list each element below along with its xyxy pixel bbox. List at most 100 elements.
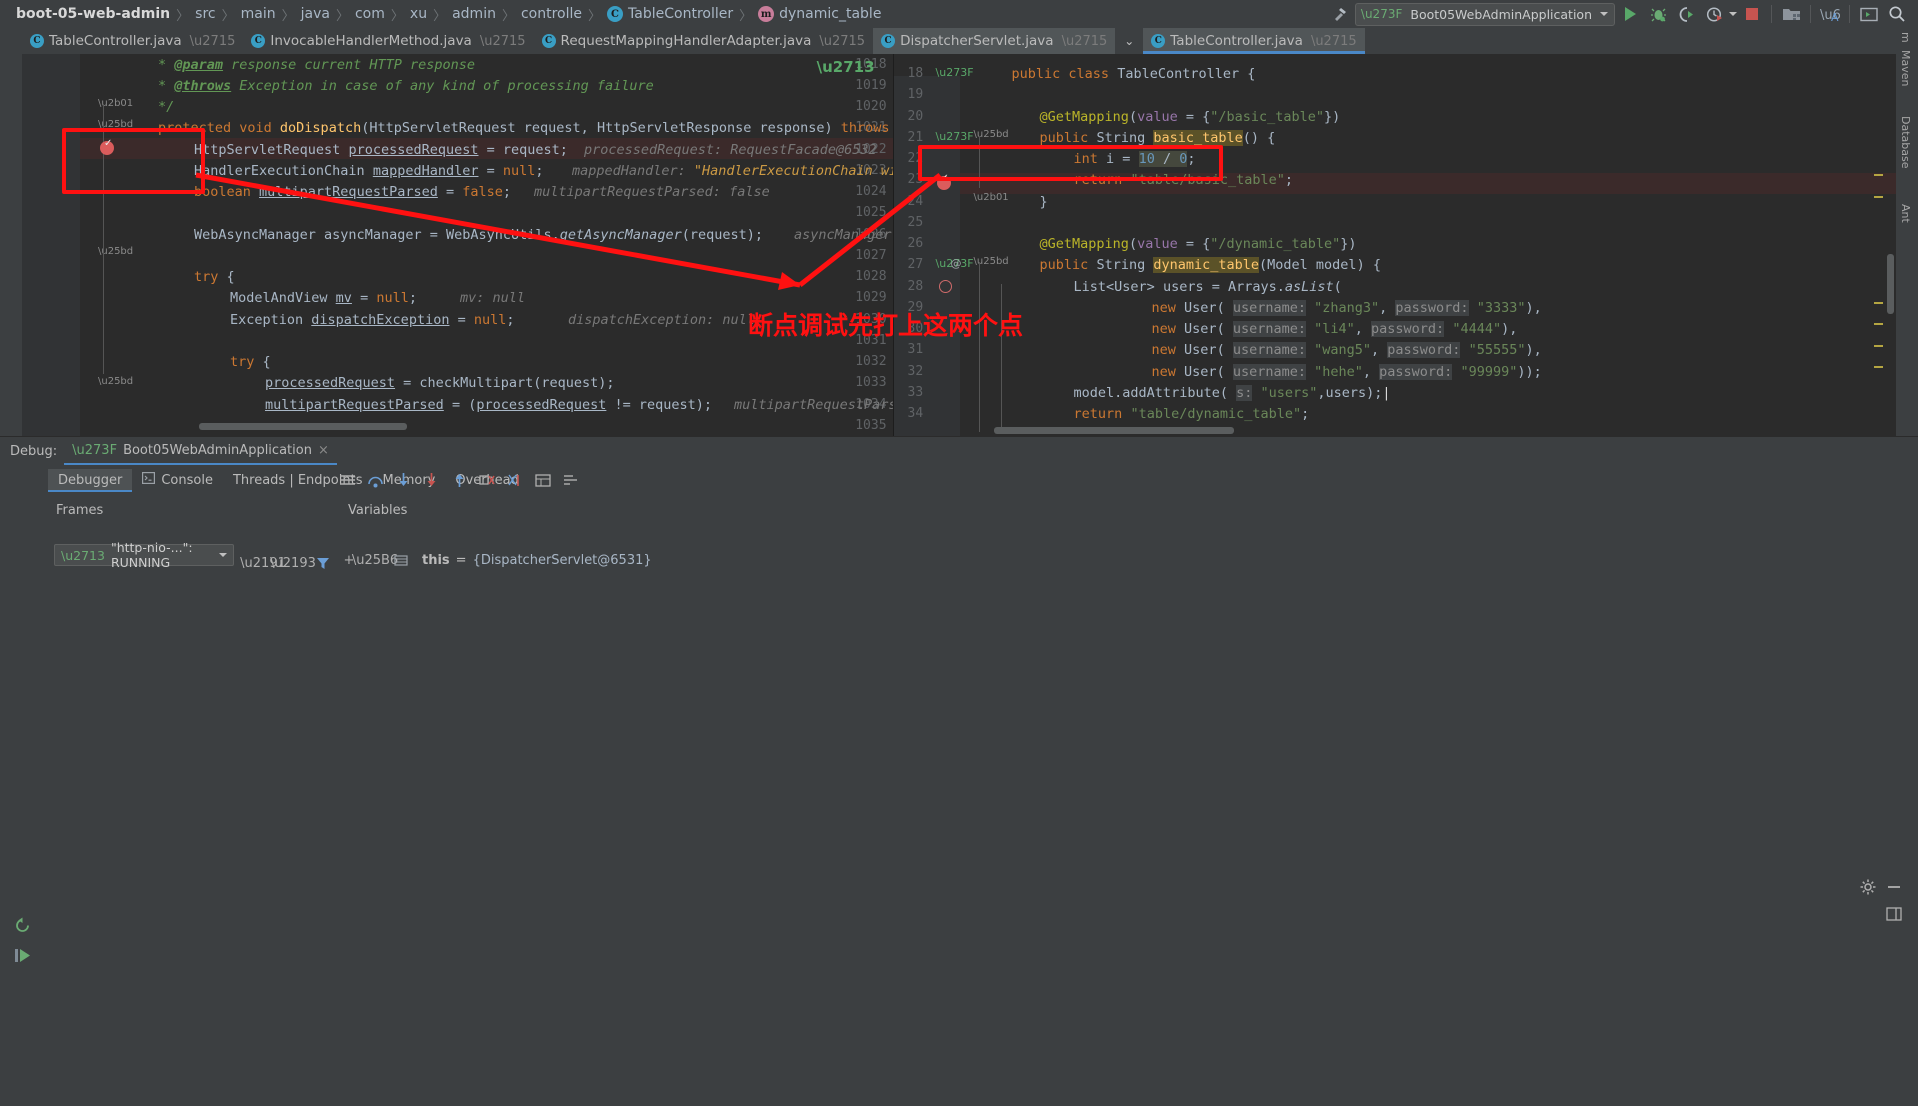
object-icon <box>392 551 410 569</box>
step-over-icon[interactable] <box>366 471 384 489</box>
error-stripe-mark[interactable] <box>1874 174 1883 176</box>
gear-icon[interactable] <box>1860 879 1876 899</box>
tab-tablecontroller-java-right[interactable]: C TableController.java \u2715 <box>1143 28 1366 54</box>
close-icon[interactable]: \u2715 <box>190 34 236 49</box>
close-icon[interactable]: \u2715 <box>1311 34 1357 49</box>
step-into-icon[interactable] <box>394 471 412 489</box>
close-icon[interactable]: \u2715 <box>819 34 865 49</box>
search-everywhere-icon[interactable] <box>1884 3 1910 25</box>
editor-right-tablecontroller[interactable]: 18 19 20 21 22 23 24 25 26 27 28 29 30 3… <box>893 54 1896 436</box>
run-to-cursor-icon[interactable] <box>506 471 524 489</box>
tab-debugger[interactable]: Debugger <box>48 468 133 492</box>
sidebar-item-project[interactable]: 1: Project <box>0 34 2 86</box>
tab-requestmappinghandleradapter-java[interactable]: C RequestMappingHandlerAdapter.java \u27… <box>534 28 874 54</box>
tab-overflow-chevron-down-icon[interactable]: ⌄ <box>1115 28 1143 54</box>
tab-dispatcherservlet-java[interactable]: C DispatcherServlet.java \u2715 <box>873 28 1116 54</box>
gutter-circle-icon[interactable] <box>938 280 952 293</box>
frame-down-icon[interactable]: \u2193 <box>270 554 316 572</box>
sidebar-item-database[interactable]: Database <box>1899 116 1912 169</box>
console-icon <box>142 472 156 488</box>
breadcrumb-item-com[interactable]: com <box>349 6 391 22</box>
close-icon[interactable]: × <box>318 443 329 458</box>
run-configuration-selector[interactable]: \u273F Boot05WebAdminApplication <box>1354 2 1615 26</box>
error-stripe-mark[interactable] <box>1874 323 1883 325</box>
vertical-scrollbar[interactable] <box>1887 254 1894 314</box>
run-button[interactable] <box>1617 3 1643 25</box>
tab-console[interactable]: Console <box>132 468 223 492</box>
close-icon[interactable]: \u2715 <box>1062 34 1108 49</box>
profiler-button[interactable] <box>1701 3 1727 25</box>
breakpoint-icon[interactable] <box>936 173 951 190</box>
spring-leaf-icon: \u273F <box>72 442 118 458</box>
breadcrumb-item-admin[interactable]: admin <box>446 6 502 22</box>
request-mapping-icon[interactable]: \u273F <box>936 130 974 143</box>
breadcrumb-item-method[interactable]: m dynamic_table <box>752 6 887 22</box>
rerun-icon[interactable] <box>14 917 31 938</box>
fold-marker-icon[interactable]: \u25bd <box>98 376 133 387</box>
terminal-icon[interactable] <box>1856 3 1882 25</box>
sidebar-item-m[interactable]: m <box>1899 32 1912 43</box>
breadcrumb-item-main[interactable]: main <box>235 6 282 22</box>
toolbar-divider <box>1810 5 1811 23</box>
error-stripe-mark[interactable] <box>1874 345 1883 347</box>
java-class-icon: C <box>541 34 556 48</box>
breadcrumb-item-xu[interactable]: xu <box>404 6 433 22</box>
fold-marker-icon[interactable]: \u2b01 <box>974 192 1009 203</box>
layout-settings-icon[interactable] <box>1886 907 1902 925</box>
inspection-ok-icon: \u2713 <box>816 58 875 76</box>
breadcrumb-item-class[interactable]: C TableController <box>601 6 739 22</box>
sidebar-item-ant[interactable]: Ant <box>1899 204 1912 223</box>
debug-session-chip[interactable]: \u273F Boot05WebAdminApplication × <box>64 437 337 465</box>
sidebar-item-maven[interactable]: Maven <box>1899 50 1912 86</box>
tab-invocablehandlermethod-java[interactable]: C InvocableHandlerMethod.java \u2715 <box>243 28 533 54</box>
step-out-icon[interactable] <box>450 471 468 489</box>
debug-button[interactable] <box>1645 3 1671 25</box>
editor-left-gutter[interactable] <box>22 54 80 436</box>
close-icon[interactable]: \u2715 <box>480 34 526 49</box>
editor-left-dispatcherservlet[interactable]: 1018 1019 1020 1021 1022 1023 1024 1025 … <box>22 54 894 436</box>
force-step-into-icon[interactable] <box>422 471 440 489</box>
error-stripe-mark[interactable] <box>1874 302 1883 304</box>
project-structure-icon[interactable] <box>1778 3 1804 25</box>
breakpoint-icon[interactable] <box>100 138 114 155</box>
error-stripe-mark[interactable] <box>1874 366 1883 368</box>
variable-row[interactable]: this = {DispatcherServlet@6531} <box>418 553 652 568</box>
method-icon: m <box>758 6 775 22</box>
breadcrumb-separator-icon: 〉 <box>433 8 447 24</box>
expand-icon[interactable]: \u25B6 <box>352 551 398 569</box>
stop-button[interactable] <box>1739 3 1765 25</box>
profiler-chevron-down-icon[interactable] <box>1729 12 1737 16</box>
inline-debug-hint: asyncManager: We <box>794 227 894 243</box>
debug-label: Debug: <box>10 443 58 459</box>
show-execution-point-icon[interactable] <box>338 471 356 489</box>
run-with-coverage-button[interactable] <box>1673 3 1699 25</box>
hide-panel-icon[interactable] <box>1886 879 1902 899</box>
thread-selector[interactable]: \u2713 "http-nio-...": RUNNING <box>54 540 234 570</box>
horizontal-scrollbar[interactable] <box>199 423 407 430</box>
tab-label: TableController.java <box>49 33 182 49</box>
breadcrumb-item-src[interactable]: src <box>189 6 221 22</box>
svg-text:A: A <box>1831 11 1839 23</box>
horizontal-scrollbar[interactable] <box>993 427 1234 434</box>
bean-icon[interactable]: \u273F <box>936 66 974 79</box>
build-hammer-icon[interactable] <box>1327 3 1353 25</box>
inline-debug-hint: multipartRequestParsed: false <box>534 184 770 200</box>
filter-icon[interactable] <box>314 554 332 572</box>
resume-program-icon[interactable] <box>14 947 31 968</box>
sidebar-item-structure[interactable]: 2: Structure <box>0 110 2 175</box>
drop-frame-icon[interactable] <box>478 471 496 489</box>
evaluate-expression-icon[interactable] <box>534 471 552 489</box>
class-icon: C <box>607 6 624 22</box>
tab-tablecontroller-java[interactable]: C TableController.java \u2715 <box>22 28 243 54</box>
override-icon[interactable]: @ <box>951 257 962 270</box>
error-stripe-mark[interactable] <box>1874 196 1883 198</box>
translate-icon[interactable]: \u6587A <box>1817 3 1843 25</box>
idea-window: boot-05-web-admin 〉 src 〉 main 〉 java 〉 … <box>0 0 1918 962</box>
java-class-icon: C <box>251 34 266 48</box>
tab-label: TableController.java <box>1170 33 1303 49</box>
breadcrumb-item-java[interactable]: java <box>295 6 336 22</box>
breadcrumb-item-project[interactable]: boot-05-web-admin <box>10 6 176 22</box>
breadcrumb-item-controlle[interactable]: controlle <box>515 6 588 22</box>
settings-layout-icon[interactable] <box>562 471 580 489</box>
frames-pane: Frames \u2713 "http-nio-...": RUNNING \u… <box>48 499 338 659</box>
